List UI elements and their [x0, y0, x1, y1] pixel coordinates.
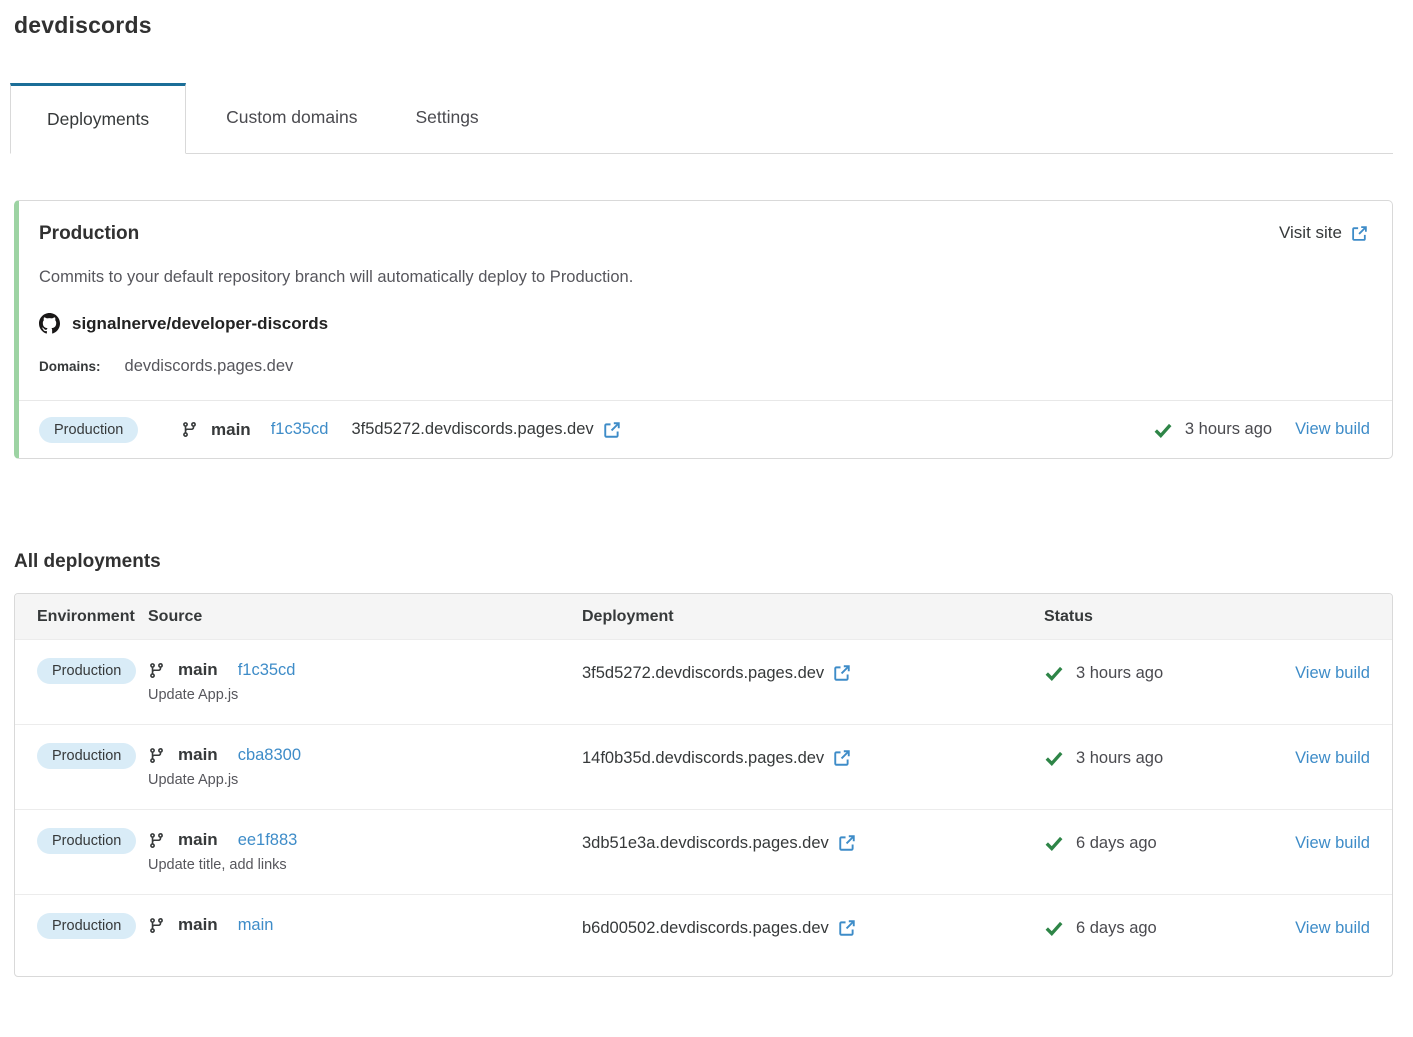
status-time: 3 hours ago [1185, 420, 1272, 439]
production-card: Production Visit site Commits to your de… [14, 200, 1393, 459]
branch-name: main [178, 915, 218, 935]
visit-site-link[interactable]: Visit site [1279, 223, 1368, 243]
environment-badge: Production [39, 417, 138, 443]
commit-link[interactable]: f1c35cd [238, 661, 296, 680]
environment-badge: Production [37, 913, 136, 939]
deployment-row: Production main cba8300 Update App.js 14… [15, 725, 1392, 810]
commit-message: Update App.js [148, 687, 582, 703]
git-branch-icon [148, 747, 165, 764]
environment-badge: Production [37, 658, 136, 684]
branch-name: main [211, 420, 251, 440]
branch-name: main [178, 660, 218, 680]
deployments-table-body: Production main f1c35cd Update App.js 3f… [15, 640, 1392, 976]
column-header-deployment: Deployment [582, 594, 1044, 639]
github-icon [39, 313, 60, 334]
view-build-link[interactable]: View build [1295, 664, 1370, 682]
branch-name: main [178, 745, 218, 765]
external-link-icon [1351, 225, 1368, 242]
domains-value: devdiscords.pages.dev [125, 357, 294, 376]
commit-message: Update App.js [148, 772, 582, 788]
domains-label: Domains: [39, 359, 101, 374]
page-title: devdiscords [14, 12, 1393, 39]
view-build-link[interactable]: View build [1295, 834, 1370, 852]
deployment-row: Production main main b6d00502.devdiscord… [15, 895, 1392, 976]
check-icon [1044, 918, 1064, 938]
branch-name: main [178, 830, 218, 850]
git-branch-icon [148, 832, 165, 849]
column-header-status: Status [1044, 594, 1262, 639]
production-deployment-row: Production main f1c35cd 3f5d5272.devdisc… [19, 400, 1392, 458]
repo-name: signalnerve/developer-discords [72, 314, 328, 334]
repo-row: signalnerve/developer-discords [39, 313, 1368, 334]
check-icon [1153, 420, 1173, 440]
deployments-table: Environment Source Deployment Status Pro… [14, 593, 1393, 977]
external-link-icon[interactable] [838, 919, 856, 937]
check-icon [1044, 748, 1064, 768]
column-header-source: Source [148, 594, 582, 639]
production-card-body: Production Visit site Commits to your de… [19, 201, 1392, 400]
view-build-link[interactable]: View build [1295, 420, 1370, 439]
deployment-url: 3db51e3a.devdiscords.pages.dev [582, 830, 829, 856]
external-link-icon[interactable] [833, 749, 851, 767]
environment-badge: Production [37, 828, 136, 854]
commit-link[interactable]: ee1f883 [238, 831, 298, 850]
deployment-url: b6d00502.devdiscords.pages.dev [582, 915, 829, 941]
external-link-icon[interactable] [603, 421, 621, 439]
commit-link[interactable]: cba8300 [238, 746, 301, 765]
environment-badge: Production [37, 743, 136, 769]
status-time: 3 hours ago [1076, 660, 1163, 686]
deployment-row: Production main ee1f883 Update title, ad… [15, 810, 1392, 895]
visit-site-label: Visit site [1279, 223, 1342, 243]
external-link-icon[interactable] [838, 834, 856, 852]
view-build-link[interactable]: View build [1295, 919, 1370, 937]
deployment-url: 14f0b35d.devdiscords.pages.dev [582, 745, 824, 771]
commit-message: Update title, add links [148, 857, 582, 873]
production-card-title: Production [39, 223, 139, 245]
check-icon [1044, 833, 1064, 853]
deployment-url: 3f5d5272.devdiscords.pages.dev [582, 660, 824, 686]
git-branch-icon [148, 662, 165, 679]
commit-link[interactable]: f1c35cd [271, 420, 329, 439]
tab-bar: Deployments Custom domains Settings [10, 82, 1393, 154]
git-branch-icon [148, 917, 165, 934]
tab-custom-domains[interactable]: Custom domains [206, 82, 377, 153]
status-time: 6 days ago [1076, 915, 1157, 941]
commit-link[interactable]: main [238, 916, 274, 935]
view-build-link[interactable]: View build [1295, 749, 1370, 767]
tab-settings[interactable]: Settings [395, 82, 498, 153]
status-time: 6 days ago [1076, 830, 1157, 856]
deployment-row: Production main f1c35cd Update App.js 3f… [15, 640, 1392, 725]
check-icon [1044, 663, 1064, 683]
domains-row: Domains: devdiscords.pages.dev [39, 357, 1368, 376]
git-branch-icon [181, 421, 198, 438]
production-description: Commits to your default repository branc… [39, 268, 1368, 287]
all-deployments-heading: All deployments [14, 551, 1393, 573]
column-header-environment: Environment [15, 594, 148, 639]
tab-deployments[interactable]: Deployments [10, 83, 186, 154]
table-header-row: Environment Source Deployment Status [15, 594, 1392, 640]
deployment-url: 3f5d5272.devdiscords.pages.dev [351, 420, 593, 439]
pages-project-page: devdiscords Deployments Custom domains S… [0, 0, 1413, 1007]
external-link-icon[interactable] [833, 664, 851, 682]
status-time: 3 hours ago [1076, 745, 1163, 771]
